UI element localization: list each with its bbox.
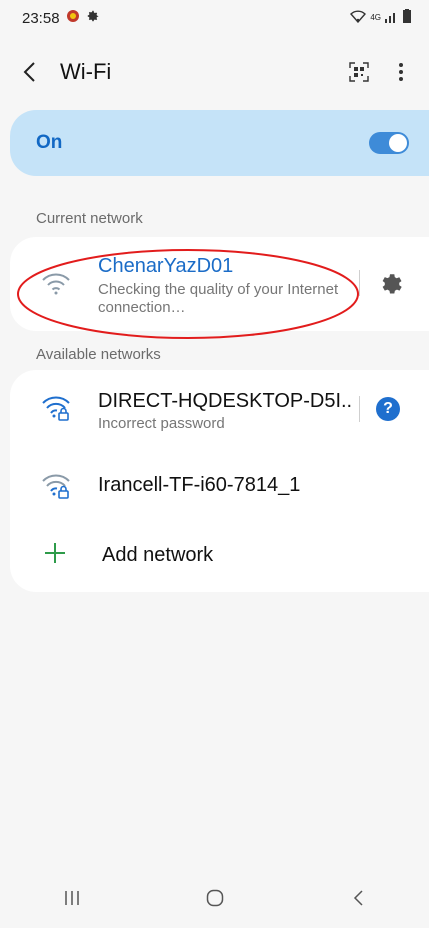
network-row[interactable]: DIRECT-HQDESKTOP-D5I.. Incorrect passwor… [10, 370, 429, 452]
add-plus-icon [44, 542, 66, 569]
notification-app-icon [65, 8, 81, 28]
available-networks-section-label: Available networks [36, 346, 161, 363]
status-right: 4G [350, 9, 411, 27]
wifi-lock-icon [40, 394, 72, 421]
wifi-switch[interactable] [369, 132, 409, 154]
available-networks-card: DIRECT-HQDESKTOP-D5I.. Incorrect passwor… [10, 370, 429, 592]
system-nav-bar [0, 868, 429, 928]
switch-knob [389, 134, 407, 152]
recent-apps-button[interactable] [47, 878, 97, 918]
page-title: Wi-Fi [60, 59, 112, 84]
wifi-toggle-label: On [36, 132, 63, 153]
battery-icon [403, 9, 411, 27]
network-type-label: 4G [370, 13, 381, 22]
signal-icon [385, 10, 399, 27]
back-nav-button[interactable] [333, 878, 383, 918]
help-icon[interactable]: ? [376, 397, 400, 421]
current-network-section-label: Current network [36, 210, 143, 227]
wifi-toggle-card[interactable]: On [10, 110, 429, 176]
home-button[interactable] [190, 878, 240, 918]
more-options-icon[interactable] [391, 58, 411, 86]
network-status: Incorrect password [98, 415, 225, 432]
wifi-lock-icon [40, 472, 72, 499]
settings-notification-icon [86, 9, 100, 27]
status-bar: 23:58 4G [0, 0, 429, 36]
vertical-divider [359, 396, 360, 422]
network-settings-gear-icon[interactable] [377, 271, 403, 297]
status-left: 23:58 [22, 8, 100, 28]
back-icon[interactable] [22, 59, 48, 85]
add-network-button[interactable]: Add network [10, 520, 429, 590]
wifi-status-icon [350, 9, 367, 27]
add-network-label: Add network [102, 544, 214, 566]
status-time: 23:58 [22, 9, 60, 27]
qr-scan-icon[interactable] [345, 58, 373, 86]
network-row[interactable]: Irancell-TF-i60-7814_1 [10, 452, 429, 520]
network-name: DIRECT-HQDESKTOP-D5I.. [98, 390, 353, 412]
annotation-ellipse [17, 249, 359, 339]
app-bar: Wi-Fi [0, 48, 429, 96]
network-name: Irancell-TF-i60-7814_1 [98, 474, 301, 496]
